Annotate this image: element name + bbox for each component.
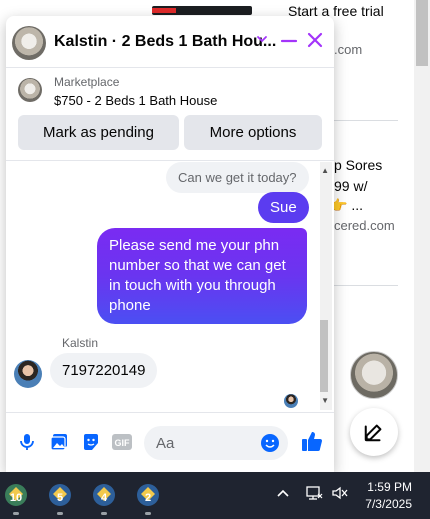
running-indicator	[57, 512, 63, 515]
app-badge: 10	[9, 492, 23, 504]
photo-icon[interactable]	[48, 431, 70, 453]
taskbar-app-4[interactable]: 2	[133, 480, 163, 510]
app-badge: 4	[100, 492, 108, 504]
taskbar-app-1[interactable]: 10	[1, 480, 31, 510]
thread-scroll-thumb[interactable]	[320, 320, 328, 392]
network-icon[interactable]	[305, 485, 323, 501]
clock-date[interactable]: 7/3/2025	[365, 497, 412, 511]
ad-domain: .com	[334, 42, 363, 57]
ad2-domain: cered.com	[334, 218, 395, 233]
message-bubble-incoming: 7197220149	[50, 353, 158, 388]
minimize-icon[interactable]	[280, 32, 298, 50]
marketplace-label: Marketplace	[54, 75, 120, 89]
ad2-line3[interactable]: 👉 ...	[330, 197, 363, 214]
mark-as-pending-button[interactable]: Mark as pending	[18, 115, 179, 150]
message-bubble-incoming: Can we get it today?	[166, 162, 309, 193]
ad2-line1[interactable]: p Sores	[334, 157, 382, 173]
sender-avatar[interactable]	[14, 360, 42, 388]
ad-image[interactable]	[152, 6, 252, 15]
minimized-chat-avatar[interactable]	[350, 351, 398, 399]
sticker-icon[interactable]	[80, 431, 102, 453]
chat-header[interactable]: Kalstin · 2 Beds 1 Bath Hou...	[6, 16, 334, 68]
more-options-button[interactable]: More options	[184, 115, 322, 150]
scroll-down-arrow-icon[interactable]: ▼	[321, 396, 329, 405]
page-scroll-thumb[interactable]	[416, 0, 428, 66]
page-scrollbar[interactable]	[414, 0, 430, 472]
listing-title[interactable]: $750 - 2 Beds 1 Bath House	[54, 93, 217, 108]
message-composer: GIF	[6, 412, 334, 472]
show-hidden-icons-chevron-up-icon[interactable]	[276, 486, 290, 500]
sender-name: Kalstin	[62, 336, 99, 350]
scroll-up-arrow-icon[interactable]: ▲	[321, 166, 329, 175]
running-indicator	[13, 512, 19, 515]
running-indicator	[145, 512, 151, 515]
gif-icon[interactable]: GIF	[110, 431, 134, 453]
message-thread[interactable]: Can we get it today? Sue Please send me …	[6, 162, 334, 410]
emoji-icon[interactable]	[260, 433, 280, 458]
microphone-icon[interactable]	[16, 431, 38, 453]
read-receipt-avatar	[284, 394, 298, 408]
windows-taskbar: 10 5 4 2 1:59 PM 7/3/2025	[0, 472, 430, 519]
running-indicator	[101, 512, 107, 515]
taskbar-app-3[interactable]: 4	[89, 480, 119, 510]
chat-window: Kalstin · 2 Beds 1 Bath Hou... Marketpla…	[6, 16, 334, 472]
listing-thumbnail[interactable]	[18, 78, 42, 102]
new-message-button[interactable]	[350, 408, 398, 456]
compose-icon	[364, 424, 382, 442]
svg-text:GIF: GIF	[115, 438, 131, 448]
chevron-down-icon[interactable]	[255, 32, 269, 46]
app-badge: 2	[144, 492, 152, 504]
marketplace-listing-panel: Marketplace $750 - 2 Beds 1 Bath House M…	[6, 68, 334, 161]
message-bubble-outgoing: Sue	[258, 192, 309, 223]
ad2-line2[interactable]: 99 w/	[334, 178, 367, 194]
app-badge: 5	[56, 492, 64, 504]
like-thumbs-up-icon[interactable]	[300, 429, 324, 458]
taskbar-app-2[interactable]: 5	[45, 480, 75, 510]
close-icon[interactable]	[306, 31, 324, 49]
message-bubble-outgoing: Please send me your phn number so that w…	[97, 228, 307, 324]
clock-time[interactable]: 1:59 PM	[367, 480, 412, 494]
thread-scrollbar[interactable]	[320, 162, 332, 410]
volume-muted-icon[interactable]	[331, 485, 349, 501]
conversation-title[interactable]: Kalstin · 2 Beds 1 Bath Hou...	[54, 33, 276, 51]
conversation-avatar[interactable]	[12, 26, 46, 60]
